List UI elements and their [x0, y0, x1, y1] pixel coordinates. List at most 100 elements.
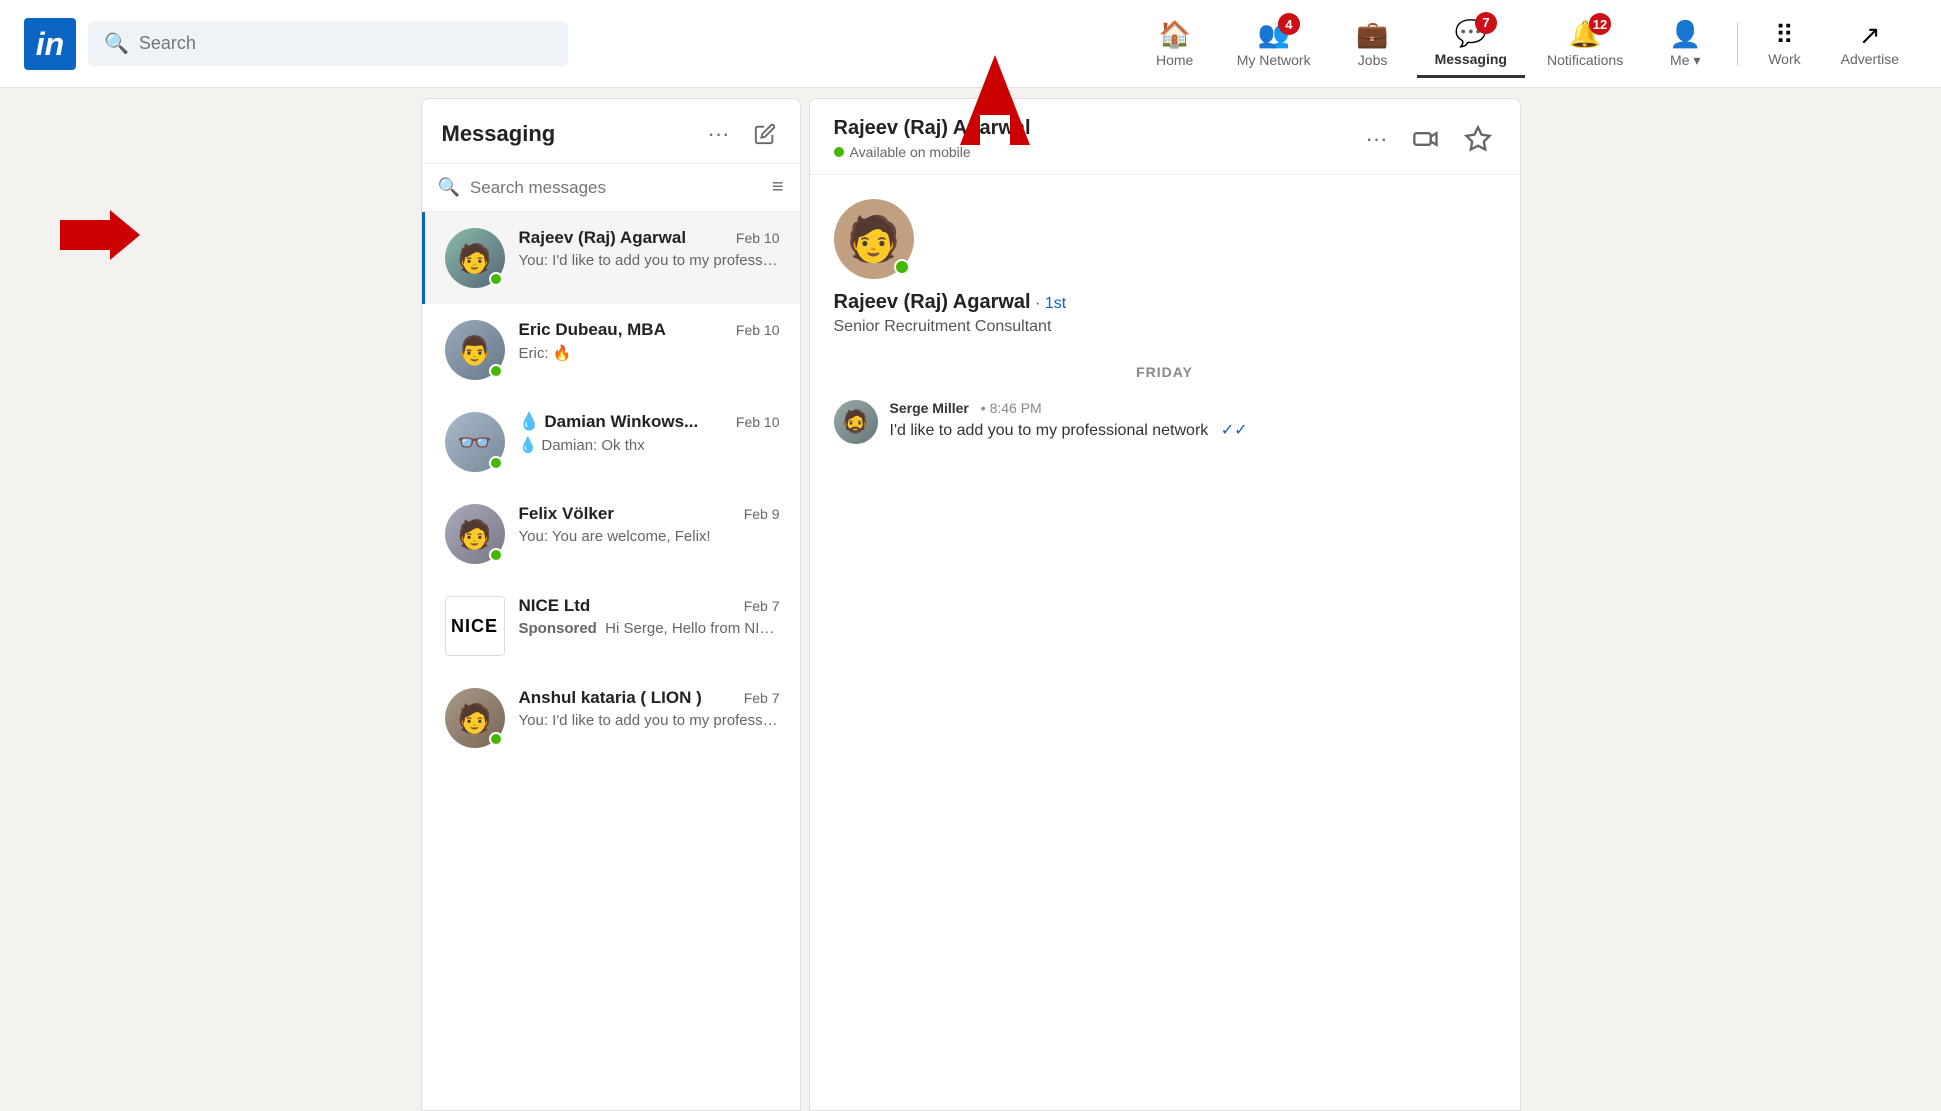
chat-profile-name: Rajeev (Raj) Agarwal [834, 291, 1031, 313]
chat-body: 🧑 Rajeev (Raj) Agarwal · 1st Senior Recr… [810, 175, 1520, 1110]
conv-item-eric[interactable]: 👨 Eric Dubeau, MBA Feb 10 Eric: 🔥 [422, 304, 800, 396]
my-network-badge: 4 [1278, 13, 1300, 35]
linkedin-logo-text: in [36, 28, 64, 60]
video-call-button[interactable] [1408, 121, 1444, 157]
conv-top-felix: Felix Völker Feb 9 [519, 504, 780, 524]
search-input[interactable] [139, 33, 552, 54]
online-dot-damian [489, 456, 503, 470]
conversation-list: 🧑 Rajeev (Raj) Agarwal Feb 10 You: I'd l… [422, 212, 800, 1110]
conv-avatar-anshul: 🧑 [445, 688, 505, 748]
online-dot-rajeev [489, 272, 503, 286]
chat-header-left: Rajeev (Raj) Agarwal Available on mobile [834, 117, 1031, 160]
online-dot-anshul [489, 732, 503, 746]
linkedin-logo[interactable]: in [24, 18, 76, 70]
status-text: Available on mobile [850, 144, 971, 160]
conv-date-anshul: Feb 7 [744, 690, 780, 706]
conv-item-felix[interactable]: 🧑 Felix Völker Feb 9 You: You are welcom… [422, 488, 800, 580]
notifications-badge: 12 [1589, 13, 1611, 35]
conv-top-nice: NICE Ltd Feb 7 [519, 596, 780, 616]
conv-preview-nice: Sponsored Hi Serge, Hello from NICE. It'… [519, 620, 780, 637]
msg-avatar-serge: 🧔 [834, 400, 878, 444]
conv-preview-damian: 💧 Damian: Ok thx [519, 436, 780, 454]
conv-date-rajeev: Feb 10 [736, 230, 780, 246]
chat-more-button[interactable]: ··· [1362, 122, 1392, 156]
msg-sender-0: Serge Miller [890, 400, 969, 416]
nav-label-work: Work [1768, 51, 1800, 67]
nav-item-jobs[interactable]: 💼 Jobs [1333, 11, 1413, 76]
conv-top-rajeev: Rajeev (Raj) Agarwal Feb 10 [519, 228, 780, 248]
online-dot-felix [489, 548, 503, 562]
conv-item-nice[interactable]: NICE NICE Ltd Feb 7 Sponsored Hi Serge, … [422, 580, 800, 672]
msg-meta-0: Serge Miller • 8:46 PM [890, 400, 1248, 416]
conv-avatar-nice: NICE [445, 596, 505, 656]
chat-header-actions: ··· [1362, 121, 1496, 157]
conv-item-anshul[interactable]: 🧑 Anshul kataria ( LION ) Feb 7 You: I'd… [422, 672, 800, 764]
nav-divider [1737, 22, 1738, 66]
nav-label-home: Home [1156, 52, 1193, 68]
advertise-icon: ↗ [1859, 20, 1881, 51]
navbar-left: in 🔍 [24, 18, 568, 70]
nav-label-notifications: Notifications [1547, 52, 1623, 68]
online-dot-eric [489, 364, 503, 378]
conv-name-rajeev: Rajeev (Raj) Agarwal [519, 228, 687, 248]
conv-avatar-rajeev: 🧑 [445, 228, 505, 288]
conv-avatar-eric: 👨 [445, 320, 505, 380]
chat-profile-badge: · 1st [1035, 295, 1066, 312]
star-button[interactable] [1460, 121, 1496, 157]
conv-info-rajeev: Rajeev (Raj) Agarwal Feb 10 You: I'd lik… [519, 228, 780, 269]
nav-label-jobs: Jobs [1358, 52, 1388, 68]
nav-item-messaging[interactable]: 💬 7 Messaging [1417, 10, 1525, 78]
nav-item-work[interactable]: ⠿ Work [1750, 12, 1818, 75]
conv-date-eric: Feb 10 [736, 322, 780, 338]
conv-top-eric: Eric Dubeau, MBA Feb 10 [519, 320, 780, 340]
search-messages-icon: 🔍 [438, 177, 460, 198]
conv-info-damian: 💧 Damian Winkows... Feb 10 💧 Damian: Ok … [519, 412, 780, 454]
compose-button[interactable] [750, 119, 780, 149]
nav-item-advertise[interactable]: ↗ Advertise [1823, 12, 1917, 75]
my-network-icon: 👥 4 [1257, 19, 1289, 50]
nice-logo: NICE [445, 596, 505, 656]
conv-name-eric: Eric Dubeau, MBA [519, 320, 666, 340]
conv-info-nice: NICE Ltd Feb 7 Sponsored Hi Serge, Hello… [519, 596, 780, 637]
nav-label-my-network: My Network [1237, 52, 1311, 68]
message-row-0: 🧔 Serge Miller • 8:46 PM I'd like to add… [834, 400, 1496, 444]
conv-item-rajeev[interactable]: 🧑 Rajeev (Raj) Agarwal Feb 10 You: I'd l… [422, 212, 800, 304]
conv-preview-rajeev: You: I'd like to add you to my professio… [519, 252, 780, 269]
messaging-badge: 7 [1475, 12, 1497, 34]
notifications-icon: 🔔 12 [1569, 19, 1601, 50]
msg-content-0: Serge Miller • 8:46 PM I'd like to add y… [890, 400, 1248, 440]
messaging-sidebar: Messaging ··· 🔍 ≡ [421, 98, 801, 1111]
sidebar-header-actions: ··· [704, 117, 780, 151]
conv-preview-felix: You: You are welcome, Felix! [519, 528, 780, 545]
conv-top-anshul: Anshul kataria ( LION ) Feb 7 [519, 688, 780, 708]
nav-label-advertise: Advertise [1841, 51, 1899, 67]
search-icon: 🔍 [104, 31, 129, 56]
chat-header: Rajeev (Raj) Agarwal Available on mobile… [810, 99, 1520, 175]
chat-profile-name-row: Rajeev (Raj) Agarwal · 1st [834, 291, 1067, 314]
nav-item-notifications[interactable]: 🔔 12 Notifications [1529, 11, 1641, 76]
nav-item-me[interactable]: 👤 Me ▾ [1645, 11, 1725, 77]
conv-preview-anshul: You: I'd like to add you to my professio… [519, 712, 780, 729]
conv-avatar-damian: 👓 [445, 412, 505, 472]
search-messages-bar: 🔍 ≡ [422, 164, 800, 212]
red-arrow-left [60, 210, 140, 265]
chat-header-status: Available on mobile [834, 144, 1031, 160]
conv-item-damian[interactable]: 👓 💧 Damian Winkows... Feb 10 💧 Damian: O… [422, 396, 800, 488]
conv-name-damian: 💧 Damian Winkows... [519, 412, 699, 432]
main-content: Messaging ··· 🔍 ≡ [421, 98, 1521, 1111]
nav-item-home[interactable]: 🏠 Home [1135, 11, 1215, 76]
conv-date-nice: Feb 7 [744, 598, 780, 614]
conv-avatar-felix: 🧑 [445, 504, 505, 564]
conv-name-felix: Felix Völker [519, 504, 614, 524]
nav-item-my-network[interactable]: 👥 4 My Network [1219, 11, 1329, 76]
conv-name-anshul: Anshul kataria ( LION ) [519, 688, 702, 708]
conv-info-felix: Felix Völker Feb 9 You: You are welcome,… [519, 504, 780, 545]
jobs-icon: 💼 [1356, 19, 1388, 50]
filter-icon[interactable]: ≡ [772, 176, 784, 199]
msg-time-0: • 8:46 PM [981, 400, 1042, 416]
chat-area: Rajeev (Raj) Agarwal Available on mobile… [809, 98, 1521, 1111]
conv-top-damian: 💧 Damian Winkows... Feb 10 [519, 412, 780, 432]
search-messages-input[interactable] [470, 178, 762, 198]
chat-profile-avatar: 🧑 [834, 199, 914, 279]
sidebar-more-button[interactable]: ··· [704, 117, 734, 151]
